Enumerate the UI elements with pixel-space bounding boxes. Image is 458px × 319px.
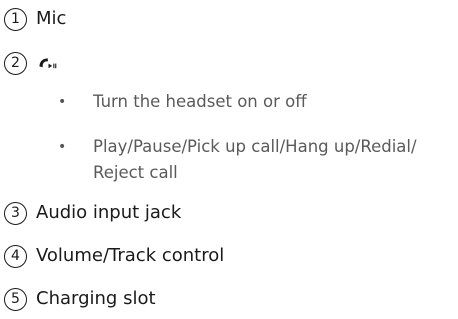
bullet-marker: • (58, 94, 67, 110)
call-play-pause-icon (37, 55, 65, 71)
sub-item-text: Reject call (93, 163, 178, 182)
number-badge: 1 (4, 7, 27, 31)
number-badge: 5 (4, 287, 27, 311)
sub-item-text: Play/Pause/Pick up call/Hang up/Redial/ (93, 137, 417, 156)
item-label: Volume/Track control (36, 245, 225, 266)
list-item-audio-jack: 3 Audio input jack (4, 200, 181, 226)
bullet-marker: • (58, 139, 67, 155)
item-label: Mic (36, 8, 67, 29)
number-badge: 2 (4, 51, 27, 75)
list-item-mic: 1 Mic (4, 6, 66, 32)
list-item-charging-slot: 5 Charging slot (4, 286, 156, 312)
number-badge: 4 (4, 244, 27, 268)
item-label: Charging slot (36, 288, 156, 309)
sub-item-text: Turn the headset on or off (93, 92, 307, 111)
number-badge: 3 (4, 201, 27, 225)
item-label: Audio input jack (36, 202, 182, 223)
list-item-volume-control: 4 Volume/Track control (4, 243, 224, 269)
list-item-call-button: 2 (4, 50, 65, 76)
